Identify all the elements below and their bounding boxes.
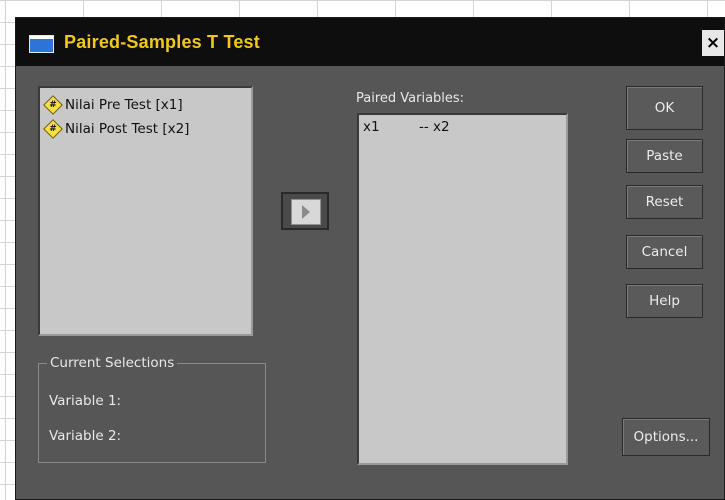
current-selections-title: Current Selections (47, 355, 178, 371)
help-button[interactable]: Help (626, 284, 703, 318)
window-icon (29, 35, 54, 53)
ok-button[interactable]: OK (626, 86, 703, 130)
source-variable-list[interactable]: # Nilai Pre Test [x1] # Nilai Post Test … (38, 86, 253, 336)
move-to-paired-button[interactable] (281, 192, 329, 230)
list-item-label: Nilai Pre Test [x1] (65, 97, 183, 113)
paired-variable-2: -- x2 (419, 119, 450, 135)
scale-variable-icon: # (43, 119, 63, 139)
list-item-nilai-post-test[interactable]: # Nilai Post Test [x2] (43, 118, 190, 140)
paired-row[interactable]: x1 -- x2 (363, 119, 450, 135)
list-item-nilai-pre-test[interactable]: # Nilai Pre Test [x1] (43, 94, 183, 116)
options-button[interactable]: Options... (622, 418, 710, 456)
paired-variables-list[interactable]: x1 -- x2 (357, 113, 568, 465)
variable-1-label: Variable 1: (49, 393, 122, 409)
scale-variable-icon: # (43, 95, 63, 115)
variable-2-label: Variable 2: (49, 428, 122, 444)
paste-button[interactable]: Paste (626, 139, 703, 173)
arrow-right-icon (302, 205, 310, 219)
paired-samples-t-test-dialog: Paired-Samples T Test × # Nilai Pre Test… (15, 17, 725, 500)
reset-button[interactable]: Reset (626, 185, 703, 219)
paired-variable-1: x1 (363, 119, 380, 135)
cancel-button[interactable]: Cancel (626, 235, 703, 269)
current-selections-group: Current Selections Variable 1: Variable … (38, 355, 266, 463)
dialog-title: Paired-Samples T Test (64, 32, 260, 52)
list-item-label: Nilai Post Test [x2] (65, 121, 190, 137)
close-button[interactable]: × (702, 30, 724, 56)
arrow-button-face (291, 199, 321, 225)
dialog-titlebar[interactable]: Paired-Samples T Test × (16, 18, 724, 66)
paired-variables-label: Paired Variables: (356, 91, 465, 106)
